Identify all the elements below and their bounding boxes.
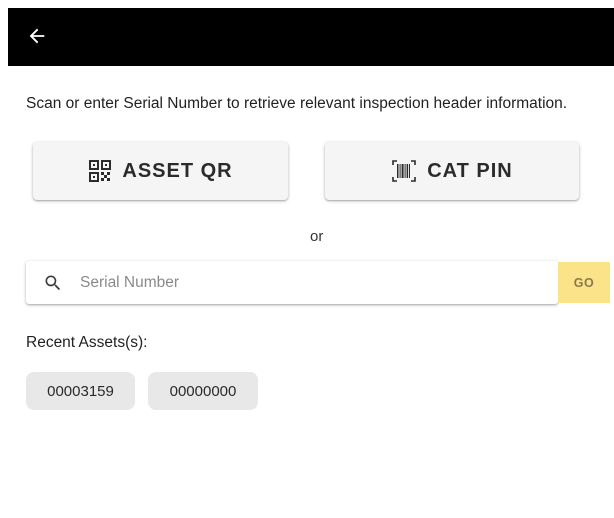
serial-number-input[interactable] — [80, 273, 520, 292]
serial-number-search — [26, 261, 558, 304]
cat-pin-button[interactable]: CAT PIN — [325, 142, 579, 200]
arrow-left-icon[interactable] — [26, 25, 48, 47]
instructions-text: Scan or enter Serial Number to retrieve … — [26, 95, 568, 112]
app-bar — [8, 8, 614, 66]
search-icon — [45, 275, 61, 290]
barcode-icon — [392, 160, 417, 182]
recent-assets-label: Recent Assets(s): — [26, 334, 148, 351]
asset-lookup-screen: Scan or enter Serial Number to retrieve … — [0, 0, 614, 518]
asset-qr-label: ASSET QR — [122, 159, 233, 182]
cat-pin-label: CAT PIN — [427, 159, 513, 182]
asset-qr-button[interactable]: ASSET QR — [33, 142, 288, 200]
or-separator: or — [310, 228, 324, 245]
go-button[interactable]: GO — [558, 262, 610, 303]
qr-code-icon — [89, 160, 112, 182]
recent-asset-chip[interactable]: 00003159 — [26, 372, 135, 410]
recent-asset-chip[interactable]: 00000000 — [148, 372, 258, 410]
